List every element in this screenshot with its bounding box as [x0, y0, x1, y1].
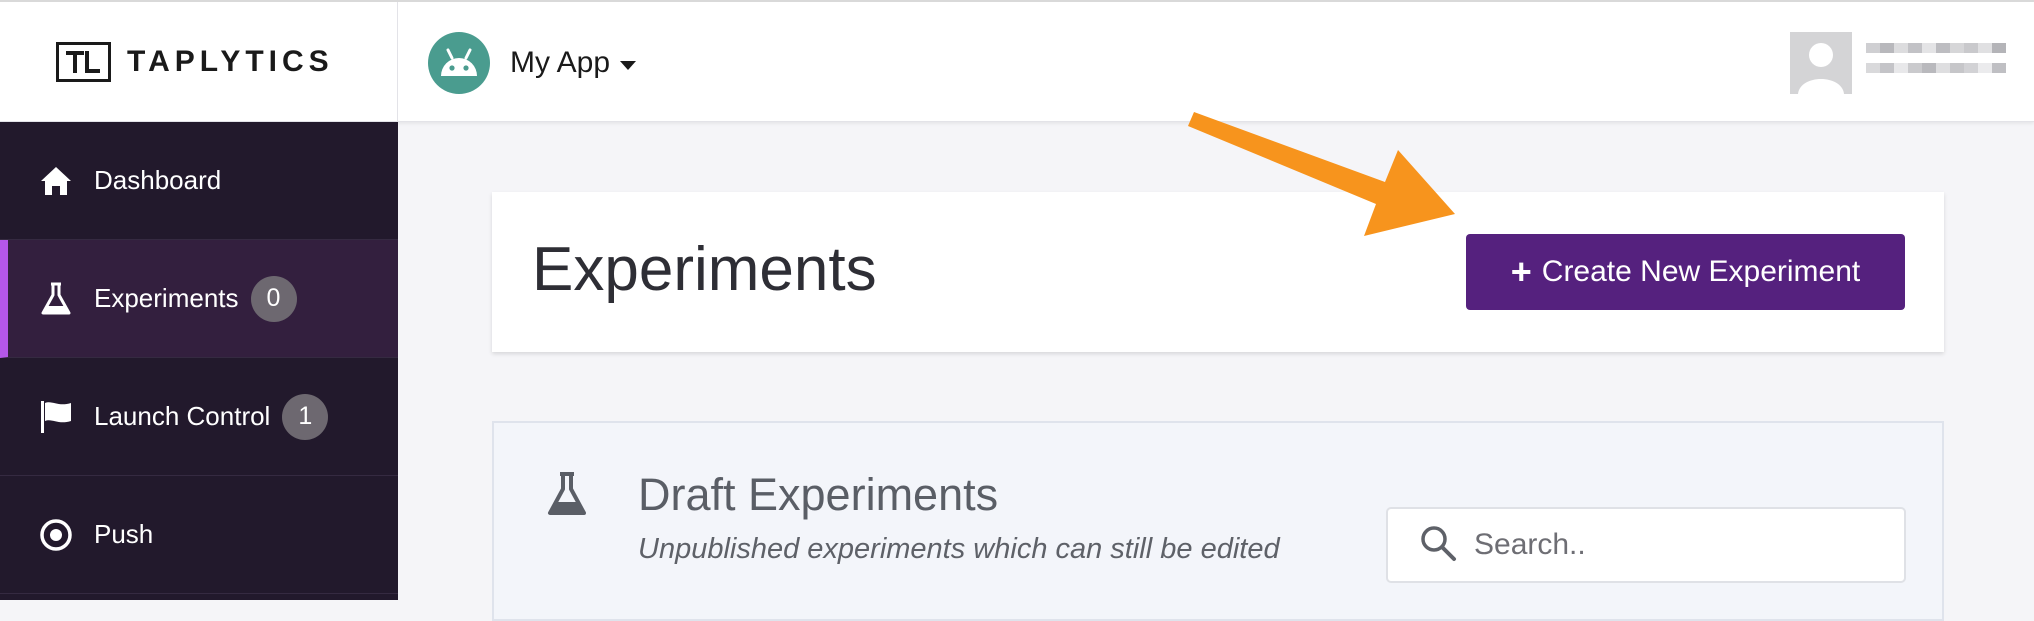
target-icon — [36, 515, 76, 555]
sidebar-item-label: Dashboard — [94, 165, 222, 195]
app-switcher[interactable]: My App — [428, 32, 637, 94]
sidebar: Dashboard Experiments 0 Launch Control 1 — [0, 122, 398, 600]
sidebar-item-experiments[interactable]: Experiments 0 — [0, 240, 398, 358]
draft-experiments-panel: Draft Experiments Unpublished experiment… — [492, 421, 1944, 621]
page-header-card: Experiments + Create New Experiment — [492, 192, 1944, 352]
search-box[interactable] — [1386, 507, 1906, 583]
android-icon — [428, 32, 490, 94]
app-name: My App — [510, 46, 611, 79]
taplytics-logo-icon — [56, 42, 111, 82]
page-title: Experiments — [532, 235, 877, 304]
user-name-blurred — [1866, 43, 2006, 83]
flask-icon — [546, 471, 588, 522]
brand[interactable]: TAPLYTICS — [0, 2, 398, 122]
create-new-experiment-button[interactable]: + Create New Experiment — [1466, 234, 1905, 310]
sidebar-item-push[interactable]: Push — [0, 476, 398, 594]
count-badge: 0 — [250, 275, 297, 322]
top-bar: TAPLYTICS My App — [0, 0, 2034, 122]
flask-icon — [36, 279, 76, 319]
create-button-label: Create New Experiment — [1541, 255, 1861, 288]
sidebar-item-dashboard[interactable]: Dashboard — [0, 122, 398, 240]
sidebar-item-label: Launch Control — [94, 401, 271, 431]
sidebar-item-label: Push — [94, 519, 154, 549]
home-icon — [36, 161, 76, 201]
section-subtitle: Unpublished experiments which can still … — [638, 533, 1280, 565]
brand-name: TAPLYTICS — [127, 45, 334, 78]
avatar — [1790, 32, 1852, 94]
sidebar-item-label: Experiments — [94, 283, 239, 313]
chevron-down-icon — [620, 60, 637, 70]
main-content: Experiments + Create New Experiment Draf… — [399, 123, 2034, 621]
count-badge: 1 — [282, 393, 329, 440]
section-title: Draft Experiments — [638, 469, 999, 520]
user-menu[interactable] — [1790, 32, 2006, 94]
flag-icon — [36, 397, 76, 437]
sidebar-item-launch-control[interactable]: Launch Control 1 — [0, 358, 398, 476]
plus-icon: + — [1510, 251, 1532, 292]
search-icon — [1418, 523, 1458, 568]
search-input[interactable] — [1474, 528, 1894, 562]
